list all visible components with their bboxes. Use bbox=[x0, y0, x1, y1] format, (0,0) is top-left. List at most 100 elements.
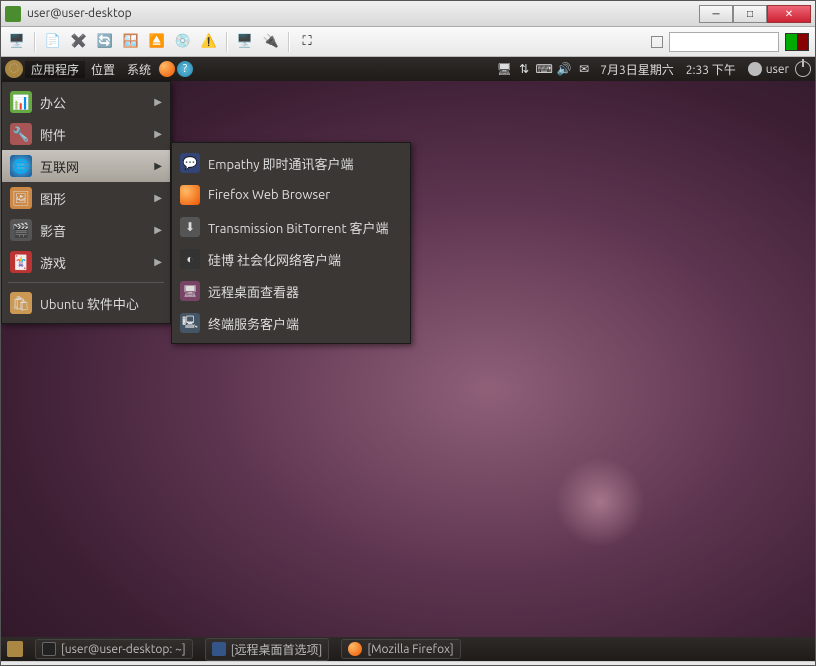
windows-icon[interactable]: 🪟 bbox=[121, 32, 141, 52]
remote-desktop-icon: 🖥 bbox=[180, 281, 200, 301]
keyboard-icon[interactable]: ⌨ bbox=[534, 62, 554, 76]
menu-label: 影音 bbox=[40, 221, 66, 240]
software-center-icon: 🛍 bbox=[10, 292, 32, 314]
username-label: user bbox=[766, 63, 789, 76]
gwibber-icon: ◐ bbox=[180, 249, 200, 269]
wallpaper-glow bbox=[555, 457, 645, 547]
minimize-button[interactable]: ─ bbox=[699, 5, 733, 23]
submenu-arrow-icon: ▶ bbox=[154, 256, 162, 268]
fullscreen-icon[interactable]: ⛶ bbox=[297, 32, 317, 52]
power-icon[interactable] bbox=[795, 61, 811, 77]
settings-icon[interactable]: ✖️ bbox=[69, 32, 89, 52]
volume-icon[interactable]: 🔊 bbox=[554, 62, 574, 76]
submenu-label: 硅博 社会化网络客户端 bbox=[208, 250, 341, 269]
internet-submenu: 💬 Empathy 即时通讯客户端 Firefox Web Browser ⬇ … bbox=[171, 142, 411, 344]
graphics-icon: 🖼 bbox=[10, 187, 32, 209]
submenu-label: Firefox Web Browser bbox=[208, 188, 330, 202]
host-app-icon bbox=[5, 6, 21, 22]
office-icon: 📊 bbox=[10, 91, 32, 113]
menu-item-office[interactable]: 📊 办公 ▶ bbox=[2, 86, 170, 118]
places-menu[interactable]: 位置 bbox=[85, 61, 121, 78]
open-icon[interactable]: 📄 bbox=[43, 32, 63, 52]
firefox-icon bbox=[348, 642, 362, 656]
eject-icon[interactable]: ⏏️ bbox=[147, 32, 167, 52]
menu-item-software-center[interactable]: 🛍 Ubuntu 软件中心 bbox=[2, 287, 170, 319]
refresh-icon[interactable]: 🔄 bbox=[95, 32, 115, 52]
prefs-icon bbox=[212, 642, 226, 656]
firefox-launcher-icon[interactable] bbox=[159, 61, 175, 77]
menu-item-graphics[interactable]: 🖼 图形 ▶ bbox=[2, 182, 170, 214]
help-icon[interactable]: ? bbox=[177, 61, 193, 77]
time-label[interactable]: 2:33 下午 bbox=[680, 61, 742, 78]
sound-icon: 🎬 bbox=[10, 219, 32, 241]
submenu-item-firefox[interactable]: Firefox Web Browser bbox=[172, 179, 410, 211]
taskbar-item-terminal[interactable]: [user@user-desktop: ~] bbox=[35, 639, 193, 659]
terminal-server-icon: 🖳 bbox=[180, 313, 200, 333]
accessories-icon: 🔧 bbox=[10, 123, 32, 145]
disc-icon[interactable]: 💿 bbox=[173, 32, 193, 52]
submenu-item-empathy[interactable]: 💬 Empathy 即时通讯客户端 bbox=[172, 147, 410, 179]
menu-item-internet[interactable]: 🌐 互联网 ▶ bbox=[2, 150, 170, 182]
host-titlebar[interactable]: user@user-desktop ─ □ ✕ bbox=[1, 1, 815, 27]
mail-icon[interactable]: ✉ bbox=[574, 62, 594, 76]
task-label: [user@user-desktop: ~] bbox=[61, 643, 186, 656]
submenu-label: 终端服务客户端 bbox=[208, 314, 299, 333]
menu-label: 附件 bbox=[40, 125, 66, 144]
host-statusbar bbox=[1, 661, 815, 665]
separator bbox=[288, 32, 290, 52]
menu-label: 办公 bbox=[40, 93, 66, 112]
submenu-item-gwibber[interactable]: ◐ 硅博 社会化网络客户端 bbox=[172, 243, 410, 275]
network-status-icon[interactable]: ⇅ bbox=[514, 62, 534, 76]
separator bbox=[226, 32, 228, 52]
network-icon[interactable]: 🔌 bbox=[261, 32, 281, 52]
menu-separator bbox=[8, 282, 164, 283]
firefox-icon bbox=[180, 185, 200, 205]
submenu-label: Transmission BitTorrent 客户端 bbox=[208, 218, 389, 237]
internet-icon: 🌐 bbox=[10, 155, 32, 177]
submenu-item-terminal-server[interactable]: 🖳 终端服务客户端 bbox=[172, 307, 410, 339]
host-title: user@user-desktop bbox=[27, 7, 699, 20]
submenu-item-transmission[interactable]: ⬇ Transmission BitTorrent 客户端 bbox=[172, 211, 410, 243]
submenu-item-remote-desktop[interactable]: 🖥 远程桌面查看器 bbox=[172, 275, 410, 307]
applications-dropdown: 📊 办公 ▶ 🔧 附件 ▶ 🌐 互联网 ▶ 🖼 图形 ▶ 🎬 影音 bbox=[1, 81, 171, 324]
separator bbox=[34, 32, 36, 52]
warning-icon[interactable]: ⚠️ bbox=[199, 32, 219, 52]
close-button[interactable]: ✕ bbox=[767, 5, 811, 23]
submenu-arrow-icon: ▶ bbox=[154, 128, 162, 140]
gnome-top-panel: ◌ 应用程序 位置 系统 ? 🖥 ⇅ ⌨ 🔊 ✉ 7月3日星期六 2:33 下午… bbox=[1, 57, 815, 81]
screencast-icon[interactable]: 🖥️ bbox=[235, 32, 255, 52]
menu-label: 互联网 bbox=[40, 157, 79, 176]
window-controls: ─ □ ✕ bbox=[699, 5, 811, 23]
date-label[interactable]: 7月3日星期六 bbox=[594, 61, 680, 78]
show-desktop-button[interactable] bbox=[7, 641, 23, 657]
menu-item-sound[interactable]: 🎬 影音 ▶ bbox=[2, 214, 170, 246]
host-search-input[interactable] bbox=[669, 32, 779, 52]
guest-desktop[interactable]: ◌ 应用程序 位置 系统 ? 🖥 ⇅ ⌨ 🔊 ✉ 7月3日星期六 2:33 下午… bbox=[1, 57, 815, 661]
monitor-icon[interactable]: 🖥️ bbox=[7, 32, 27, 52]
applications-menu[interactable]: 应用程序 bbox=[25, 61, 85, 78]
menu-item-games[interactable]: 🃏 游戏 ▶ bbox=[2, 246, 170, 278]
user-menu[interactable]: user bbox=[742, 62, 795, 76]
system-menu[interactable]: 系统 bbox=[121, 61, 157, 78]
ubuntu-logo-icon[interactable]: ◌ bbox=[5, 60, 23, 78]
host-toolbar: 🖥️ 📄 ✖️ 🔄 🪟 ⏏️ 💿 ⚠️ 🖥️ 🔌 ⛶ bbox=[1, 27, 815, 57]
empathy-icon: 💬 bbox=[180, 153, 200, 173]
taskbar-item-firefox[interactable]: [Mozilla Firefox] bbox=[341, 639, 460, 659]
gnome-bottom-panel: [user@user-desktop: ~] [远程桌面首选项] [Mozill… bbox=[1, 637, 815, 661]
submenu-arrow-icon: ▶ bbox=[154, 224, 162, 236]
task-label: [Mozilla Firefox] bbox=[367, 643, 453, 656]
submenu-arrow-icon: ▶ bbox=[154, 96, 162, 108]
task-label: [远程桌面首选项] bbox=[231, 641, 323, 658]
host-window: user@user-desktop ─ □ ✕ 🖥️ 📄 ✖️ 🔄 🪟 ⏏️ 💿… bbox=[0, 0, 816, 666]
display-icon[interactable]: 🖥 bbox=[494, 62, 514, 76]
games-icon: 🃏 bbox=[10, 251, 32, 273]
maximize-button[interactable]: □ bbox=[733, 5, 767, 23]
transmission-icon: ⬇ bbox=[180, 217, 200, 237]
menu-item-accessories[interactable]: 🔧 附件 ▶ bbox=[2, 118, 170, 150]
checkbox[interactable] bbox=[651, 36, 663, 48]
taskbar-item-remote-prefs[interactable]: [远程桌面首选项] bbox=[205, 638, 330, 661]
user-avatar-icon bbox=[748, 62, 762, 76]
terminal-icon bbox=[42, 642, 56, 656]
submenu-arrow-icon: ▶ bbox=[154, 160, 162, 172]
menu-label: Ubuntu 软件中心 bbox=[40, 294, 139, 313]
